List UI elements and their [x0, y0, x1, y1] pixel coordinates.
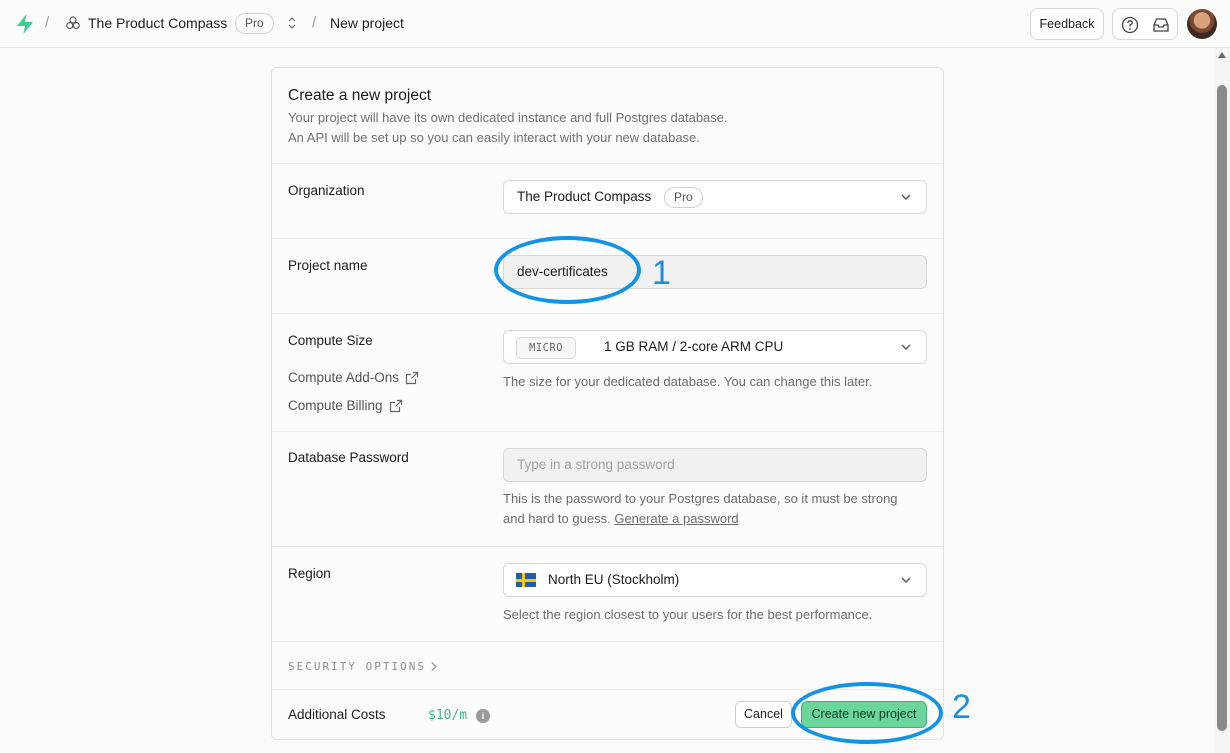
- chevron-right-icon: [431, 662, 437, 671]
- annotation-circle-project-name: [494, 236, 641, 304]
- database-password-helper: This is the password to your Postgres da…: [503, 489, 903, 529]
- organization-label: Organization: [288, 183, 365, 198]
- region-select-value: North EU (Stockholm): [548, 572, 680, 587]
- security-options-label: SECURITY OPTIONS: [288, 660, 426, 673]
- organization-select[interactable]: The Product Compass Pro: [503, 180, 927, 214]
- plan-badge: Pro: [235, 13, 274, 34]
- additional-costs-label: Additional Costs: [288, 707, 386, 722]
- chevron-down-icon: [901, 194, 911, 200]
- database-password-label: Database Password: [288, 450, 409, 465]
- help-icon[interactable]: [1121, 16, 1139, 34]
- compute-size-select[interactable]: MICRO 1 GB RAM / 2-core ARM CPU: [503, 330, 927, 364]
- annotation-circle-create-button: [791, 682, 943, 744]
- external-link-icon: [405, 371, 419, 384]
- form-description-line-1: Your project will have its own dedicated…: [288, 110, 728, 125]
- compute-spec-value: 1 GB RAM / 2-core ARM CPU: [604, 339, 784, 354]
- compute-addons-label: Compute Add-Ons: [288, 370, 400, 385]
- database-password-placeholder: Type in a strong password: [517, 457, 675, 472]
- compute-billing-link[interactable]: Compute Billing: [288, 398, 403, 413]
- supabase-logo-icon[interactable]: [15, 13, 35, 35]
- breadcrumb-separator: /: [312, 14, 317, 31]
- database-password-row: Database Password Type in a strong passw…: [272, 432, 943, 547]
- project-name-label: Project name: [288, 258, 368, 273]
- sweden-flag-icon: [516, 573, 536, 587]
- form-description-line-2: An API will be set up so you can easily …: [288, 130, 700, 145]
- breadcrumb-separator: /: [45, 14, 50, 31]
- compute-addons-link[interactable]: Compute Add-Ons: [288, 370, 419, 385]
- user-avatar[interactable]: [1187, 9, 1217, 39]
- compute-tier-badge: MICRO: [516, 337, 577, 359]
- database-password-input[interactable]: Type in a strong password: [503, 448, 927, 482]
- form-header: Create a new project Your project will h…: [272, 68, 943, 164]
- organization-row: Organization The Product Compass Pro: [272, 164, 943, 239]
- feedback-button[interactable]: Feedback: [1030, 8, 1104, 40]
- organization-plan-badge: Pro: [664, 187, 703, 208]
- compute-size-row: Compute Size Compute Add-Ons Compute Bil…: [272, 314, 943, 432]
- help-inbox-group: [1112, 8, 1178, 40]
- org-switcher-name[interactable]: The Product Compass: [88, 15, 227, 31]
- organization-select-value: The Product Compass: [517, 189, 652, 204]
- annotation-marker-2: 2: [952, 688, 971, 726]
- organization-icon: [66, 16, 80, 30]
- scrollbar-thumb[interactable]: [1217, 85, 1227, 731]
- scroll-up-arrow-icon[interactable]: [1218, 52, 1226, 58]
- region-label: Region: [288, 566, 331, 581]
- compute-billing-label: Compute Billing: [288, 398, 383, 413]
- external-link-icon: [389, 399, 402, 412]
- info-icon[interactable]: i: [476, 709, 490, 723]
- top-navigation-bar: / The Product Compass Pro / New project …: [0, 0, 1230, 48]
- chevron-down-icon: [901, 577, 911, 583]
- generate-password-link[interactable]: Generate a password: [614, 511, 738, 526]
- cancel-button[interactable]: Cancel: [735, 701, 792, 728]
- chevron-up-down-icon[interactable]: [286, 15, 298, 31]
- region-select[interactable]: North EU (Stockholm): [503, 563, 927, 597]
- inbox-icon[interactable]: [1152, 17, 1170, 33]
- chevron-down-icon: [901, 344, 911, 350]
- annotation-marker-1: 1: [652, 254, 671, 292]
- compute-size-helper: The size for your dedicated database. Yo…: [503, 374, 873, 389]
- additional-costs-value: $10/m: [428, 708, 468, 723]
- compute-size-label: Compute Size: [288, 333, 373, 348]
- breadcrumb-current-page: New project: [330, 15, 404, 31]
- create-project-form: Create a new project Your project will h…: [271, 67, 944, 740]
- region-helper: Select the region closest to your users …: [503, 607, 873, 622]
- region-row: Region North EU (Stockholm) Select the r…: [272, 547, 943, 642]
- form-title: Create a new project: [288, 87, 432, 104]
